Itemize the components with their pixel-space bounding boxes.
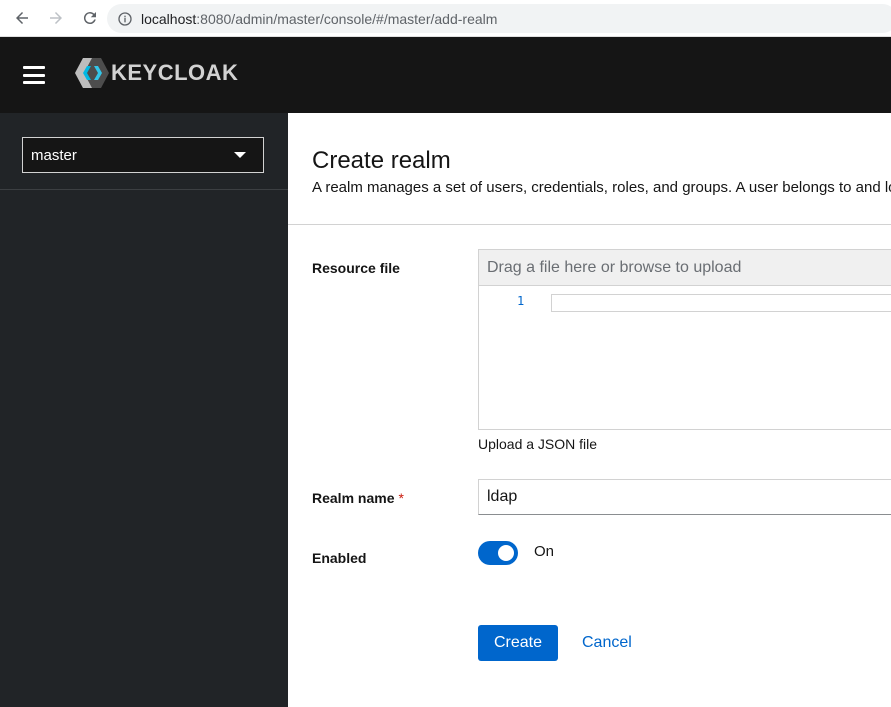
arrow-left-icon [16, 12, 28, 24]
upload-helper-text: Upload a JSON file [478, 436, 598, 452]
reload-icon [83, 12, 96, 25]
url-path: :8080/admin/master/console/#/master/add-… [196, 10, 498, 27]
sidebar-divider [0, 189, 288, 190]
realm-name-input[interactable] [478, 479, 891, 515]
realm-selector-value: master [31, 146, 77, 164]
json-editor[interactable]: 1 [479, 286, 891, 429]
hamburger-menu-icon[interactable] [23, 66, 45, 84]
url-host: localhost [141, 10, 197, 27]
resource-file-upload[interactable]: Drag a file here or browse to upload 1 [478, 249, 891, 430]
masthead: KEYCLOAK [0, 37, 891, 113]
address-bar[interactable]: localhost:8080/admin/master/console/#/ma… [107, 4, 891, 33]
realm-selector[interactable]: master [22, 137, 264, 173]
enabled-state-label: On [534, 543, 555, 560]
editor-line-number: 1 [517, 294, 525, 308]
page-header: Create realm A realm manages a set of us… [288, 113, 891, 225]
file-drop-zone[interactable]: Drag a file here or browse to upload [479, 250, 891, 286]
realm-name-label-text: Realm name [312, 490, 395, 506]
page-description: A realm manages a set of users, credenti… [312, 179, 891, 196]
enabled-toggle[interactable] [478, 541, 518, 565]
create-button[interactable]: Create [478, 625, 558, 661]
sidebar: master [0, 113, 288, 707]
resource-file-label: Resource file [312, 260, 400, 276]
arrow-right-icon [50, 12, 62, 24]
caret-down-icon [234, 152, 246, 158]
forward-button[interactable] [40, 2, 72, 34]
editor-line[interactable] [551, 294, 891, 312]
enabled-label: Enabled [312, 550, 367, 566]
toggle-knob [498, 545, 514, 561]
main-content: Create realm A realm manages a set of us… [288, 113, 891, 707]
keycloak-logo[interactable]: KEYCLOAK [75, 57, 238, 89]
brand-text: KEYCLOAK [111, 60, 239, 85]
page-title: Create realm [312, 147, 451, 174]
keycloak-logo-icon [75, 58, 109, 88]
required-marker: * [398, 490, 404, 506]
reload-button[interactable] [74, 2, 106, 34]
info-icon[interactable] [117, 11, 133, 27]
cancel-button[interactable]: Cancel [582, 625, 632, 661]
browser-toolbar: localhost:8080/admin/master/console/#/ma… [0, 0, 891, 37]
realm-name-label: Realm name * [312, 490, 404, 506]
back-button[interactable] [6, 2, 38, 34]
